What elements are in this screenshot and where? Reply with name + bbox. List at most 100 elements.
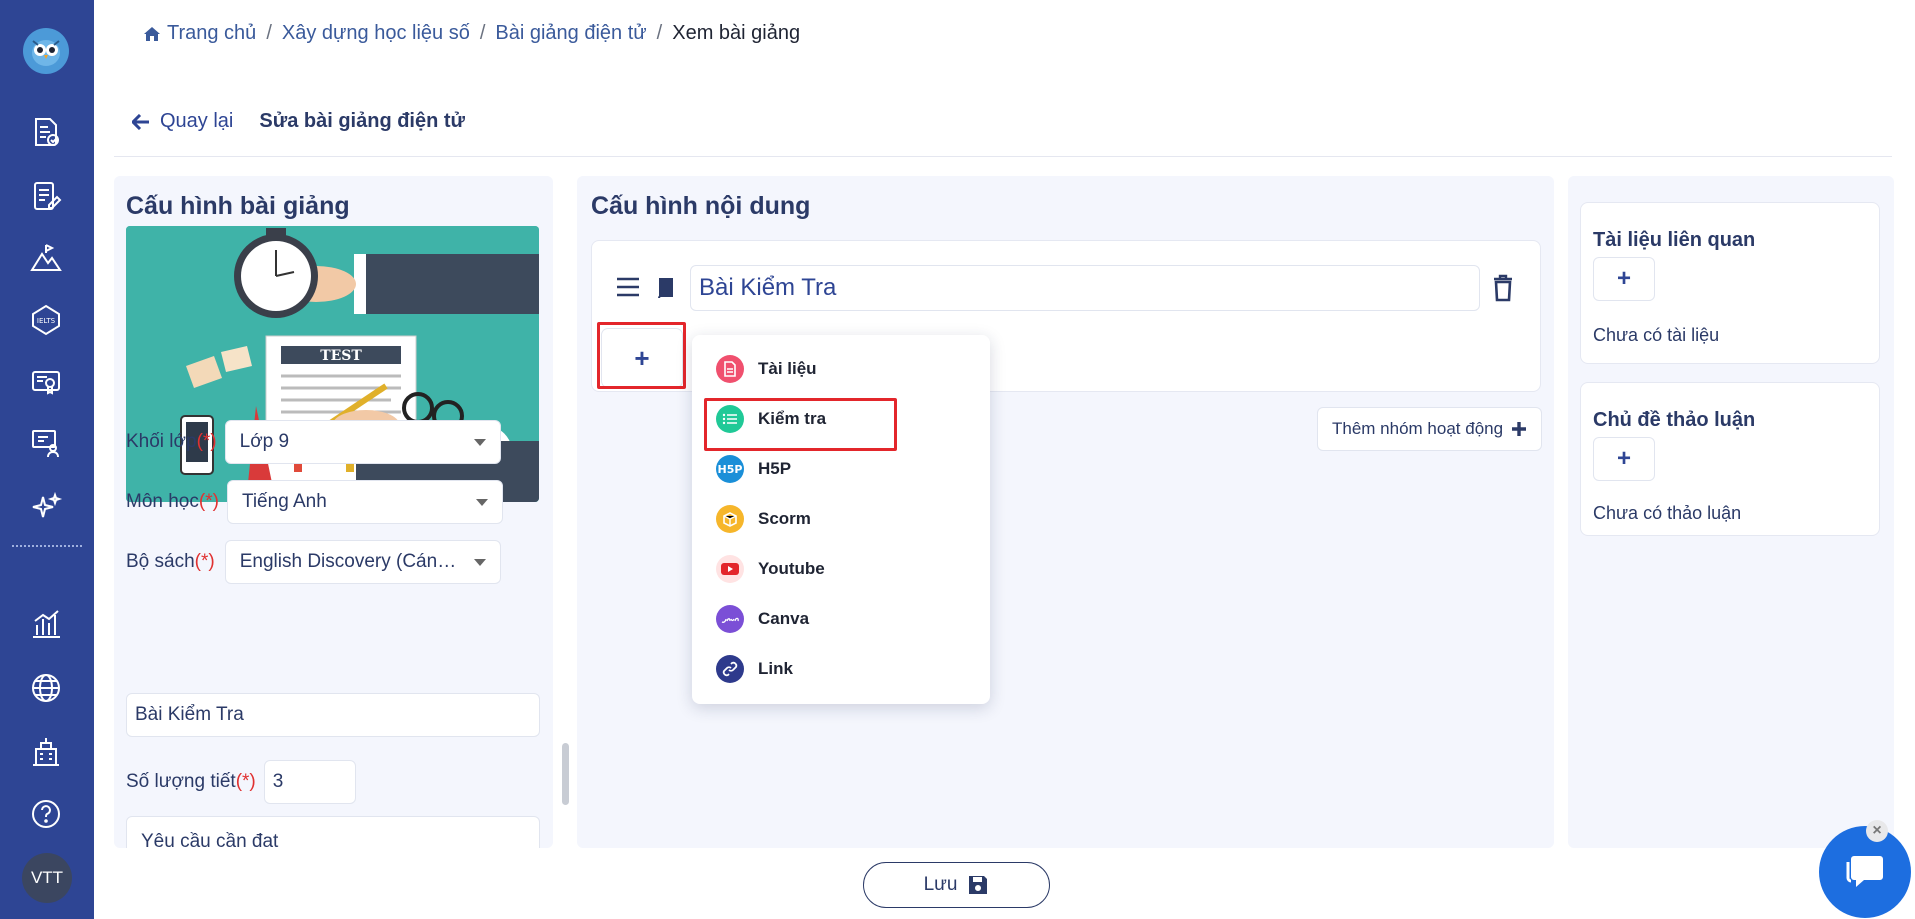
menu-item-label: Tài liệu (758, 359, 817, 378)
grade-value: Lớp 9 (239, 431, 290, 452)
avatar[interactable]: VTT (22, 853, 72, 903)
svg-text:IELTS: IELTS (37, 317, 56, 325)
scorm-box-icon (716, 505, 744, 533)
menu-item-scorm[interactable]: Scorm (716, 502, 811, 536)
edit-document-icon[interactable] (22, 172, 70, 220)
add-activity-button[interactable]: + (602, 329, 682, 387)
required-mark: (*) (235, 771, 256, 792)
book-icon (656, 276, 676, 305)
drag-handle-icon[interactable] (615, 276, 641, 303)
breadcrumb-separator: / (656, 22, 663, 44)
statistics-chart-icon[interactable] (22, 600, 70, 648)
requirements-textarea[interactable]: Yêu cầu cần đạt (126, 816, 540, 848)
book-label: Bộ sách (126, 551, 195, 572)
related-documents-empty: Chưa có tài liệu (1593, 325, 1720, 345)
grade-row: Khối lớp (*) Lớp 9 (126, 420, 501, 464)
breadcrumb-e-lectures[interactable]: Bài giảng điện tử (495, 22, 646, 45)
menu-item-label: Scorm (758, 509, 811, 528)
sidebar: IELTS VTT (0, 0, 94, 919)
required-mark: (*) (194, 551, 215, 572)
discussion-topics-title: Chủ đề thảo luận (1593, 409, 1756, 431)
activity-title-input[interactable]: Bài Kiểm Tra (690, 265, 1480, 311)
sparkle-ai-icon[interactable] (22, 484, 70, 532)
discussion-topics-empty: Chưa có thảo luận (1593, 503, 1742, 523)
lesson-document-icon[interactable] (22, 108, 70, 156)
discussion-topics-card: Chủ đề thảo luận + Chưa có thảo luận (1580, 382, 1880, 536)
breadcrumb: Trang chủ / Xây dựng học liệu số / Bài g… (143, 22, 800, 45)
certificate-icon[interactable] (22, 358, 70, 406)
menu-item-document[interactable]: Tài liệu (716, 352, 817, 386)
add-discussion-button[interactable]: + (1593, 437, 1655, 481)
save-button[interactable]: Lưu (863, 862, 1050, 908)
svg-text:H5P: H5P (718, 463, 742, 476)
lecture-config-panel: Cấu hình bài giảng TEST Khối lớp (*) Lớp… (114, 176, 553, 848)
breadcrumb-current: Xem bài giảng (672, 22, 801, 44)
back-button[interactable]: Quay lại (132, 110, 233, 133)
h5p-icon: H5P (716, 455, 744, 483)
subject-row: Môn học (*) Tiếng Anh (126, 480, 503, 524)
header-divider (114, 156, 1892, 157)
school-building-icon[interactable] (22, 728, 70, 776)
periods-row: Số lượng tiết (*) 3 (126, 760, 356, 804)
grade-label: Khối lớp (126, 431, 197, 452)
chat-bubble-icon (1846, 856, 1883, 887)
globe-icon[interactable] (22, 664, 70, 712)
page-header: Quay lại Sửa bài giảng điện tử (132, 110, 465, 133)
add-activity-group-button[interactable]: Thêm nhóm hoạt động (1317, 407, 1543, 451)
youtube-icon (716, 555, 744, 583)
scrollbar[interactable] (562, 743, 569, 805)
menu-item-label: Kiểm tra (758, 409, 827, 428)
chevron-down-icon (475, 498, 488, 506)
home-icon (144, 26, 160, 41)
menu-item-link[interactable]: Link (716, 652, 793, 686)
test-list-icon (716, 405, 744, 433)
sidebar-divider (12, 545, 82, 547)
owl-logo-icon[interactable] (23, 28, 69, 74)
teacher-board-icon[interactable] (22, 420, 70, 468)
required-mark: (*) (198, 491, 219, 512)
subject-value: Tiếng Anh (241, 491, 327, 512)
trash-icon[interactable] (1492, 274, 1514, 307)
grade-select[interactable]: Lớp 9 (224, 420, 501, 464)
ielts-badge-icon[interactable]: IELTS (22, 296, 70, 344)
menu-item-label: Canva (758, 609, 810, 628)
breadcrumb-separator: / (266, 22, 272, 44)
menu-item-test[interactable]: Kiểm tra (716, 402, 826, 436)
back-label: Quay lại (160, 110, 234, 132)
related-documents-title: Tài liệu liên quan (1593, 229, 1756, 251)
lecture-config-title: Cấu hình bài giảng (126, 192, 350, 220)
related-documents-card: Tài liệu liên quan + Chưa có tài liệu (1580, 202, 1880, 364)
arrow-left-icon (132, 113, 149, 130)
menu-item-youtube[interactable]: Youtube (716, 552, 825, 586)
breadcrumb-digital-materials[interactable]: Xây dựng học liệu số (282, 22, 470, 45)
page-title: Sửa bài giảng điện tử (259, 110, 466, 132)
menu-item-h5p[interactable]: H5P H5P (716, 452, 791, 486)
periods-label: Số lượng tiết (126, 771, 236, 792)
link-icon (716, 655, 744, 683)
mountain-chart-icon[interactable] (22, 234, 70, 282)
periods-input[interactable]: 3 (263, 760, 356, 804)
book-row: Bộ sách(*) English Discovery (Cánh Buồm) (126, 540, 501, 584)
chevron-down-icon (473, 558, 486, 566)
chevron-down-icon (473, 438, 486, 446)
save-label: Lưu (923, 874, 958, 895)
add-group-label: Thêm nhóm hoạt động (1332, 419, 1504, 438)
chat-close-icon[interactable]: × (1866, 820, 1888, 842)
help-circle-icon[interactable] (22, 790, 70, 838)
cover-test-text: TEST (320, 348, 362, 364)
menu-item-label: Youtube (758, 559, 825, 578)
activity-type-menu: Tài liệu Kiểm tra H5P H5P Scorm Youtube … (692, 335, 990, 704)
breadcrumb-home-label: Trang chủ (167, 22, 257, 44)
book-select[interactable]: English Discovery (Cánh Buồm) (224, 540, 501, 584)
subject-select[interactable]: Tiếng Anh (226, 480, 503, 524)
plus-icon (1512, 422, 1527, 436)
book-value: English Discovery (Cánh Buồm) (239, 551, 466, 572)
breadcrumb-home[interactable]: Trang chủ (143, 22, 256, 45)
chat-widget-button[interactable] (1819, 826, 1911, 918)
lesson-name-input[interactable]: Bài Kiểm Tra (126, 693, 540, 737)
breadcrumb-separator: / (479, 22, 486, 44)
menu-item-canva[interactable]: Canva (716, 602, 809, 636)
content-config-title: Cấu hình nội dung (591, 192, 811, 220)
floppy-disk-icon (969, 876, 988, 894)
add-related-document-button[interactable]: + (1593, 257, 1655, 301)
